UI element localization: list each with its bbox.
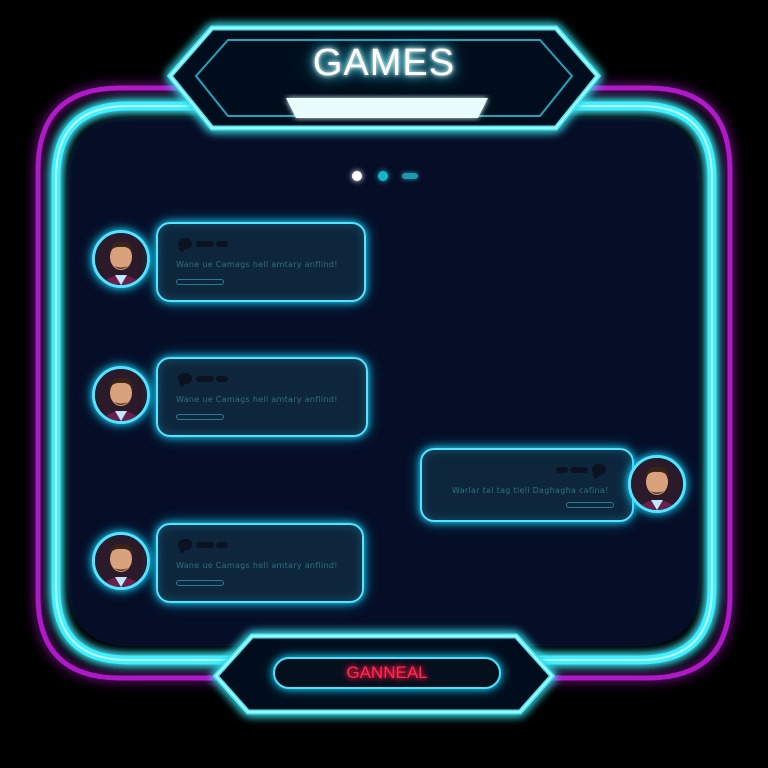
user-avatar-icon[interactable] [92, 366, 150, 424]
message-meta [176, 414, 224, 420]
speech-bubble-icon [178, 238, 192, 253]
speech-bubble-icon [178, 539, 192, 554]
title-underline-bar [286, 98, 488, 118]
pager-dot-active[interactable] [352, 171, 362, 181]
message-meta [566, 502, 614, 508]
page-title: GAMES [312, 42, 456, 84]
message-text: Wane ue Camags hell amtary anflind! [176, 395, 338, 404]
message-text: Wane ue Camags hell amtary anflind! [176, 260, 338, 269]
speech-bubble-icon [592, 464, 606, 479]
message-bubble[interactable]: Wane ue Camags hell amtary anflind! [156, 357, 368, 437]
game-screen: GAMES Wane ue Camags hell amtary anflind… [0, 0, 768, 768]
user-avatar-icon[interactable] [92, 532, 150, 590]
user-avatar-icon[interactable] [92, 230, 150, 288]
message-bubble[interactable]: Warlar tal tag tlell Daghagha cafina! [420, 448, 634, 522]
message-bubble[interactable]: Wane ue Camags hell amtary anflind! [156, 523, 364, 603]
pager-dot[interactable] [402, 173, 418, 179]
message-text: Wane ue Camags hell amtary anflind! [176, 561, 338, 570]
message-meta [176, 279, 224, 285]
bottom-action-button[interactable]: GANNEAL [273, 657, 501, 689]
pager-dots[interactable] [352, 169, 422, 183]
user-avatar-icon[interactable] [628, 455, 686, 513]
pager-dot[interactable] [378, 171, 388, 181]
message-text: Warlar tal tag tlell Daghagha cafina! [452, 486, 609, 495]
message-bubble[interactable]: Wane ue Camags hell amtary anflind! [156, 222, 366, 302]
message-meta [176, 580, 224, 586]
speech-bubble-icon [178, 373, 192, 388]
